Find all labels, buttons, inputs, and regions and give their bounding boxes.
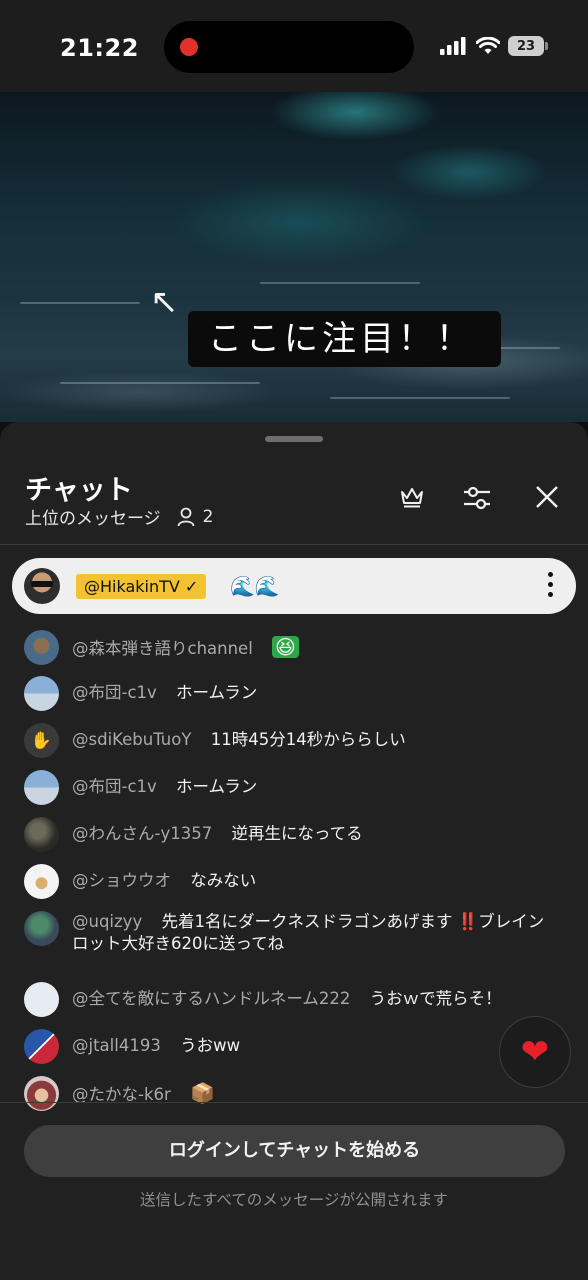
heart-icon: ❤ — [520, 1032, 550, 1072]
avatar — [24, 911, 59, 946]
message-author: @わんさん-y1357 — [72, 824, 213, 843]
message-text: 11時45分14秒かららしい — [210, 730, 406, 749]
message-text: ホームラン — [176, 777, 258, 796]
message-author: @布団-c1v — [72, 777, 157, 796]
owner-badge: @HikakinTV ✓ — [76, 574, 207, 599]
avatar — [24, 770, 59, 805]
footer-divider — [0, 1102, 588, 1103]
message-text: うおww — [180, 1036, 241, 1055]
avatar — [24, 864, 59, 899]
recording-indicator-icon — [180, 38, 198, 56]
more-options-icon[interactable] — [548, 572, 554, 597]
chat-mode-label: 上位のメッセージ — [25, 509, 161, 529]
chat-panel: チャット 上位のメッセージ 2 @HikakinTV ✓ 🌊🌊 @森本弾き語りc… — [0, 422, 588, 1280]
message-author: @jtall4193 — [72, 1036, 161, 1055]
pointer-arrow-icon: ↖ — [150, 282, 179, 322]
status-bar: 21:22 23 — [0, 0, 588, 92]
message-author: @全てを敵にするハンドルネーム222 — [72, 989, 351, 1008]
avatar — [24, 568, 60, 604]
wave-highlight — [260, 282, 420, 284]
close-icon[interactable] — [535, 485, 559, 509]
avatar — [24, 1029, 59, 1064]
status-icons: 23 — [440, 36, 548, 56]
battery-icon: 23 — [508, 36, 548, 56]
wave-highlight — [60, 382, 260, 384]
video-caption: ここに注目！！ — [188, 311, 501, 367]
video-player[interactable]: ↖ ここに注目！！ — [0, 92, 588, 422]
filter-settings-icon[interactable] — [462, 484, 492, 512]
message-author: @uqizyy — [72, 912, 143, 931]
avatar — [24, 676, 59, 711]
heart-reaction-button[interactable]: ❤ — [499, 1016, 571, 1088]
avatar — [24, 630, 59, 665]
message-author: @ショウウオ — [72, 871, 171, 890]
dynamic-island — [164, 21, 414, 73]
person-icon — [177, 507, 195, 526]
avatar — [24, 817, 59, 852]
crown-icon[interactable] — [400, 486, 424, 508]
header-divider — [0, 544, 588, 545]
avatar — [24, 1076, 59, 1111]
message-text: 逆再生になってる — [231, 824, 363, 843]
chat-title: チャット — [25, 475, 133, 506]
clock: 21:22 — [60, 34, 139, 62]
login-to-chat-button[interactable]: ログインしてチャットを始める — [24, 1125, 565, 1177]
message-text: 先着1名にダークネスドラゴンあげます ‼️ブレインロット大好き620に送ってね — [72, 912, 545, 953]
public-message-note: 送信したすべてのメッセージが公開されます — [140, 1191, 448, 1209]
message-text: うおｗで荒らそ！ — [369, 989, 502, 1008]
message-text: なみない — [190, 871, 257, 890]
avatar — [24, 982, 59, 1017]
message-author: @森本弾き語りchannel — [72, 639, 253, 658]
drag-handle[interactable] — [265, 436, 323, 442]
hand-icon: ✋ — [24, 723, 59, 758]
message-emoji: 😆 — [272, 636, 299, 658]
cellular-signal-icon — [440, 37, 466, 55]
message-author: @布団-c1v — [72, 683, 157, 702]
pinned-message-text: 🌊🌊 — [230, 574, 280, 598]
wave-highlight — [330, 397, 510, 399]
viewer-count: 2 — [202, 506, 214, 527]
message-author: @sdiKebuTuoY — [72, 730, 192, 749]
message-text: ホームラン — [176, 683, 258, 702]
chat-mode-selector[interactable]: 上位のメッセージ 2 — [25, 504, 214, 530]
wave-highlight — [20, 302, 140, 304]
pinned-message[interactable]: @HikakinTV ✓ 🌊🌊 — [12, 558, 576, 614]
wifi-icon — [476, 37, 500, 54]
